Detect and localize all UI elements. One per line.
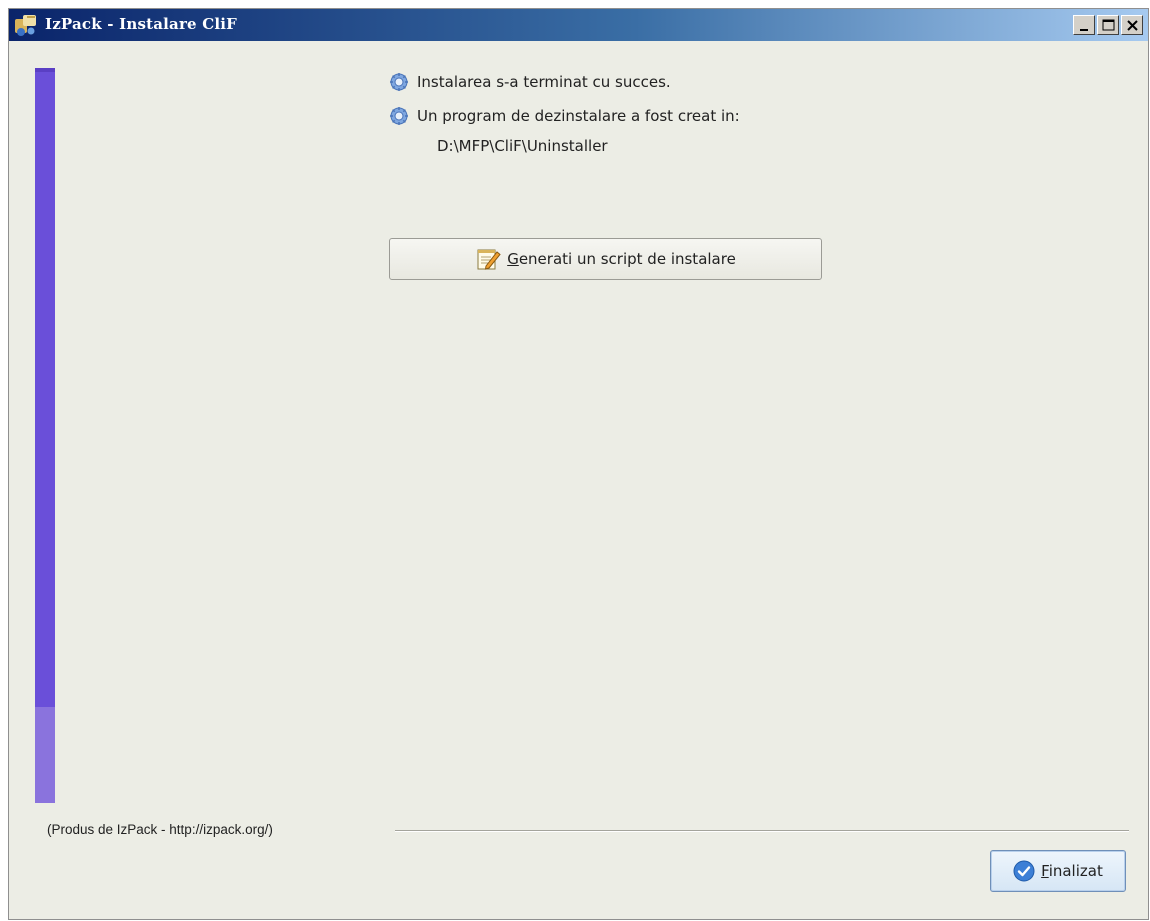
window-controls — [1073, 15, 1143, 35]
footer-separator — [395, 830, 1129, 832]
window-title: IzPack - Instalare CliF — [45, 15, 238, 33]
close-icon — [1127, 20, 1138, 31]
gear-info-icon — [390, 73, 408, 91]
notepad-pencil-icon — [477, 249, 501, 270]
minimize-button[interactable] — [1073, 15, 1095, 35]
progress-rail-remainder — [35, 707, 55, 803]
progress-rail-cap — [35, 68, 55, 72]
maximize-icon — [1102, 19, 1115, 31]
finish-button[interactable]: Finalizat — [990, 850, 1126, 892]
gear-info-icon — [390, 107, 408, 125]
uninstaller-message-row: Un program de dezinstalare a fost creat … — [389, 105, 740, 127]
blue-check-icon — [1013, 860, 1035, 882]
success-message: Instalarea s-a terminat cu succes. — [417, 73, 671, 91]
minimize-icon — [1080, 29, 1088, 31]
generate-script-button[interactable]: Generati un script de instalare — [389, 238, 822, 280]
maximize-button[interactable] — [1097, 15, 1119, 35]
credit-text: (Produs de IzPack - http://izpack.org/) — [47, 822, 273, 837]
installer-window: IzPack - Instalare CliF Instalarea s-a t… — [8, 8, 1149, 920]
uninstaller-path: D:\MFP\CliF\Uninstaller — [437, 137, 608, 155]
finish-label: Finalizat — [1041, 862, 1103, 880]
generate-script-label: Generati un script de instalare — [507, 250, 736, 268]
title-bar[interactable]: IzPack - Instalare CliF — [9, 9, 1148, 41]
uninstaller-created-message: Un program de dezinstalare a fost creat … — [417, 107, 740, 125]
success-message-row: Instalarea s-a terminat cu succes. — [389, 71, 671, 93]
izpack-app-icon[interactable] — [13, 13, 39, 37]
close-button[interactable] — [1121, 15, 1143, 35]
installation-progress-rail — [35, 68, 55, 803]
